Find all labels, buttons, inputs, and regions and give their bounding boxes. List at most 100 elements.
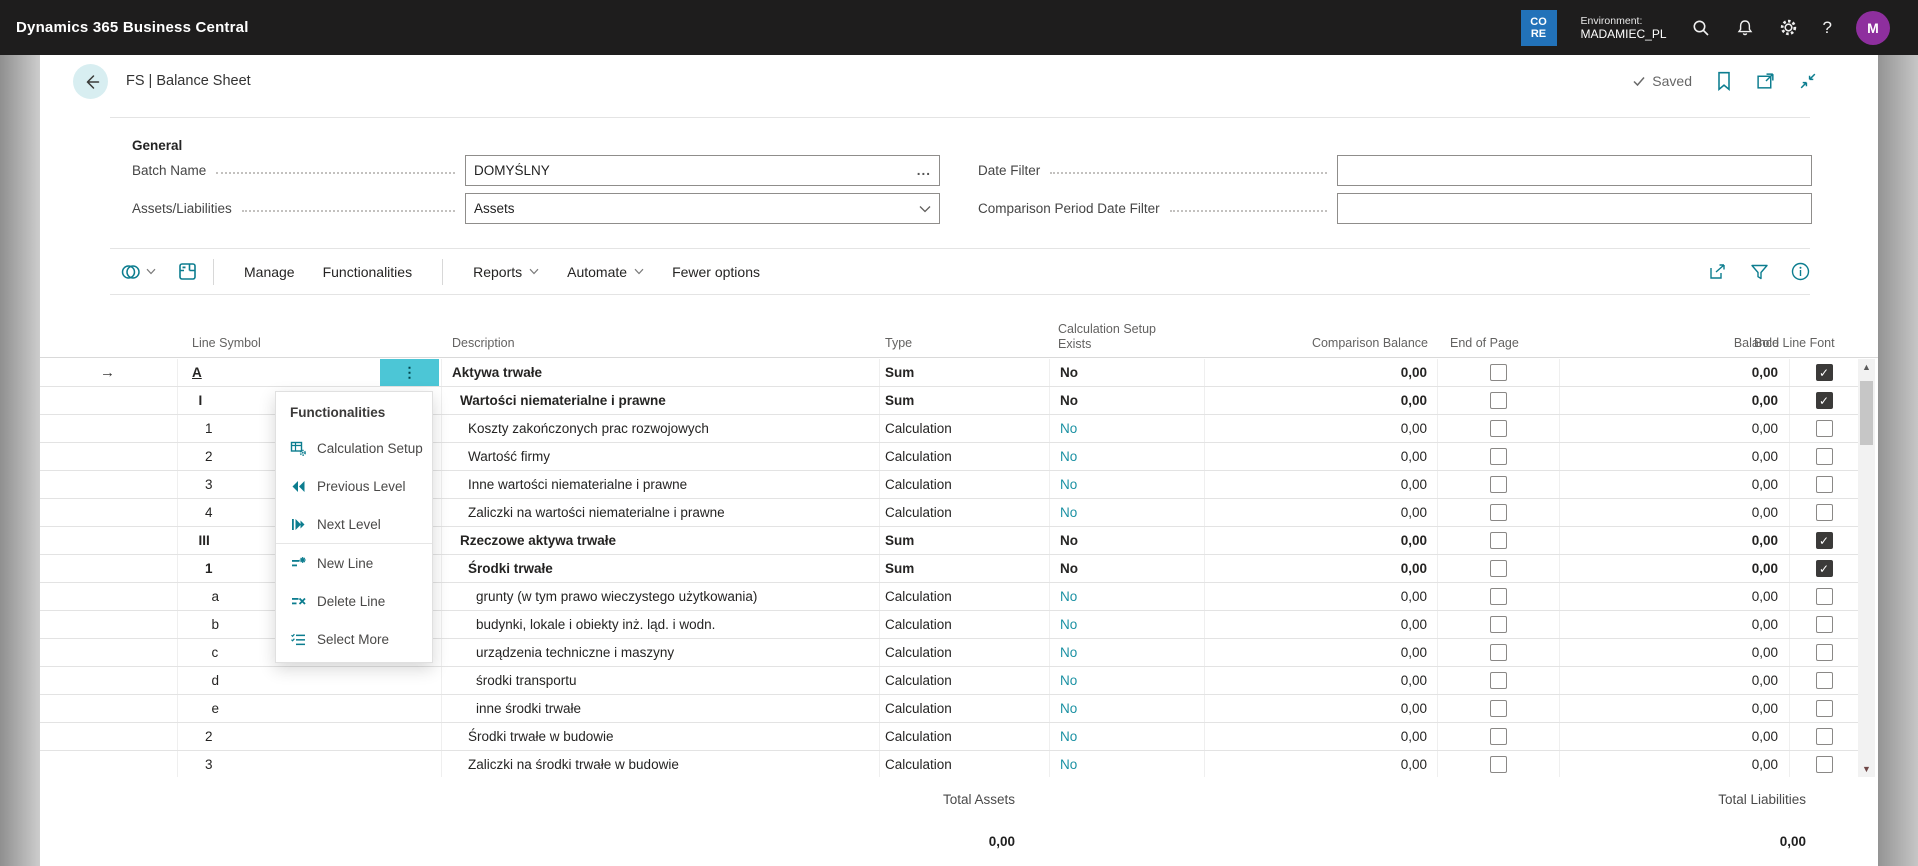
bold-line-font-checkbox[interactable] xyxy=(1816,504,1833,521)
cell-balance[interactable]: 0,00 xyxy=(1560,443,1790,470)
cell-type[interactable]: Sum xyxy=(880,359,1050,386)
cell-calc-setup-exists[interactable]: No xyxy=(1050,415,1205,442)
bold-line-font-checkbox[interactable] xyxy=(1816,448,1833,465)
end-of-page-checkbox[interactable] xyxy=(1490,616,1507,633)
cell-balance[interactable]: 0,00 xyxy=(1560,527,1790,554)
section-title-general[interactable]: General xyxy=(132,138,182,153)
cell-calc-setup-exists[interactable]: No xyxy=(1050,359,1205,386)
cell-calc-setup-exists[interactable]: No xyxy=(1050,695,1205,722)
bold-line-font-checkbox[interactable] xyxy=(1816,532,1833,549)
bold-line-font-checkbox[interactable] xyxy=(1816,560,1833,577)
line-symbol-value[interactable]: I xyxy=(178,393,202,408)
cell-comparison-balance[interactable]: 0,00 xyxy=(1205,639,1438,666)
cell-comparison-balance[interactable]: 0,00 xyxy=(1205,415,1438,442)
cell-description[interactable]: Środki trwałe w budowie xyxy=(442,723,880,750)
cell-comparison-balance[interactable]: 0,00 xyxy=(1205,527,1438,554)
line-symbol-value[interactable]: 2 xyxy=(178,729,213,744)
toolbar-item-automate[interactable]: Automate xyxy=(553,264,658,280)
line-symbol-value[interactable]: 1 xyxy=(178,561,213,576)
end-of-page-checkbox[interactable] xyxy=(1490,532,1507,549)
end-of-page-checkbox[interactable] xyxy=(1490,448,1507,465)
bold-line-font-checkbox[interactable] xyxy=(1816,616,1833,633)
cell-line-symbol[interactable]: A⋮ xyxy=(178,359,442,386)
line-symbol-value[interactable]: c xyxy=(178,645,218,660)
cell-comparison-balance[interactable]: 0,00 xyxy=(1205,555,1438,582)
visuals-button[interactable] xyxy=(120,262,156,282)
end-of-page-checkbox[interactable] xyxy=(1490,644,1507,661)
notifications-bell-icon[interactable] xyxy=(1735,18,1755,38)
cell-balance[interactable]: 0,00 xyxy=(1560,723,1790,750)
column-header-line-symbol[interactable]: Line Symbol xyxy=(192,336,261,350)
cell-calc-setup-exists[interactable]: No xyxy=(1050,723,1205,750)
environment-info[interactable]: Environment: MADAMIEC_PL xyxy=(1581,15,1667,41)
cell-comparison-balance[interactable]: 0,00 xyxy=(1205,751,1438,777)
cell-description[interactable]: budynki, lokale i obiekty inż. ląd. i wo… xyxy=(442,611,880,638)
cell-type[interactable]: Calculation xyxy=(880,611,1050,638)
assist-edit-button[interactable]: ... xyxy=(917,163,931,178)
column-header-end-of-page[interactable]: End of Page xyxy=(1450,336,1519,350)
cell-calc-setup-exists[interactable]: No xyxy=(1050,443,1205,470)
cell-comparison-balance[interactable]: 0,00 xyxy=(1205,723,1438,750)
end-of-page-checkbox[interactable] xyxy=(1490,700,1507,717)
bold-line-font-checkbox[interactable] xyxy=(1816,588,1833,605)
line-symbol-value[interactable]: e xyxy=(178,701,219,716)
toolbar-item-fewer-options[interactable]: Fewer options xyxy=(658,264,774,280)
cell-calc-setup-exists[interactable]: No xyxy=(1050,611,1205,638)
line-symbol-value[interactable]: 2 xyxy=(178,449,213,464)
line-symbol-value[interactable]: d xyxy=(178,673,219,688)
cell-type[interactable]: Calculation xyxy=(880,695,1050,722)
toolbar-item-reports[interactable]: Reports xyxy=(459,264,553,280)
cell-description[interactable]: Inne wartości niematerialne i prawne xyxy=(442,471,880,498)
cell-comparison-balance[interactable]: 0,00 xyxy=(1205,695,1438,722)
cell-type[interactable]: Calculation xyxy=(880,415,1050,442)
cell-comparison-balance[interactable]: 0,00 xyxy=(1205,443,1438,470)
cell-description[interactable]: Wartości niematerialne i prawne xyxy=(442,387,880,414)
open-in-new-window-icon[interactable] xyxy=(1756,71,1776,91)
cell-balance[interactable]: 0,00 xyxy=(1560,667,1790,694)
bold-line-font-checkbox[interactable] xyxy=(1816,672,1833,689)
menu-item-next-level[interactable]: Next Level xyxy=(276,505,432,543)
cell-description[interactable]: środki transportu xyxy=(442,667,880,694)
cell-comparison-balance[interactable]: 0,00 xyxy=(1205,667,1438,694)
bold-line-font-checkbox[interactable] xyxy=(1816,364,1833,381)
scrollbar-thumb[interactable] xyxy=(1860,381,1873,445)
bookmark-icon[interactable] xyxy=(1714,71,1734,91)
column-header-comparison-balance[interactable]: Comparison Balance xyxy=(1205,336,1428,350)
cell-balance[interactable]: 0,00 xyxy=(1560,695,1790,722)
cell-balance[interactable]: 0,00 xyxy=(1560,471,1790,498)
column-header-description[interactable]: Description xyxy=(452,336,515,350)
cell-line-symbol[interactable]: 2 xyxy=(178,723,442,750)
cell-type[interactable]: Calculation xyxy=(880,639,1050,666)
cell-calc-setup-exists[interactable]: No xyxy=(1050,555,1205,582)
menu-item-previous-level[interactable]: Previous Level xyxy=(276,467,432,505)
cell-type[interactable]: Sum xyxy=(880,387,1050,414)
menu-item-calculation-setup[interactable]: Calculation Setup xyxy=(276,429,432,467)
cell-comparison-balance[interactable]: 0,00 xyxy=(1205,583,1438,610)
cell-balance[interactable]: 0,00 xyxy=(1560,359,1790,386)
environment-badge[interactable]: CO RE xyxy=(1521,10,1557,46)
cell-description[interactable]: Zaliczki na wartości niematerialne i pra… xyxy=(442,499,880,526)
bold-line-font-checkbox[interactable] xyxy=(1816,700,1833,717)
column-header-calculation-setup-exists[interactable]: Calculation Setup Exists xyxy=(1058,322,1180,352)
end-of-page-checkbox[interactable] xyxy=(1490,420,1507,437)
cell-description[interactable]: Aktywa trwałe xyxy=(442,359,880,386)
toolbar-item-functionalities[interactable]: Functionalities xyxy=(309,264,427,280)
cell-type[interactable]: Sum xyxy=(880,527,1050,554)
cell-balance[interactable]: 0,00 xyxy=(1560,499,1790,526)
cell-comparison-balance[interactable]: 0,00 xyxy=(1205,611,1438,638)
cell-comparison-balance[interactable]: 0,00 xyxy=(1205,499,1438,526)
cell-calc-setup-exists[interactable]: No xyxy=(1050,583,1205,610)
cell-calc-setup-exists[interactable]: No xyxy=(1050,499,1205,526)
line-symbol-value[interactable]: III xyxy=(178,533,210,548)
end-of-page-checkbox[interactable] xyxy=(1490,560,1507,577)
cell-calc-setup-exists[interactable]: No xyxy=(1050,527,1205,554)
cell-type[interactable]: Calculation xyxy=(880,443,1050,470)
cell-type[interactable]: Calculation xyxy=(880,723,1050,750)
line-symbol-value[interactable]: a xyxy=(178,589,219,604)
cell-context-menu-button[interactable]: ⋮ xyxy=(380,359,439,386)
end-of-page-checkbox[interactable] xyxy=(1490,364,1507,381)
bold-line-font-checkbox[interactable] xyxy=(1816,644,1833,661)
cell-description[interactable]: Koszty zakończonych prac rozwojowych xyxy=(442,415,880,442)
column-header-bold-line-font[interactable]: Bold Line Font xyxy=(1754,336,1835,350)
date-filter-input[interactable] xyxy=(1337,155,1812,186)
